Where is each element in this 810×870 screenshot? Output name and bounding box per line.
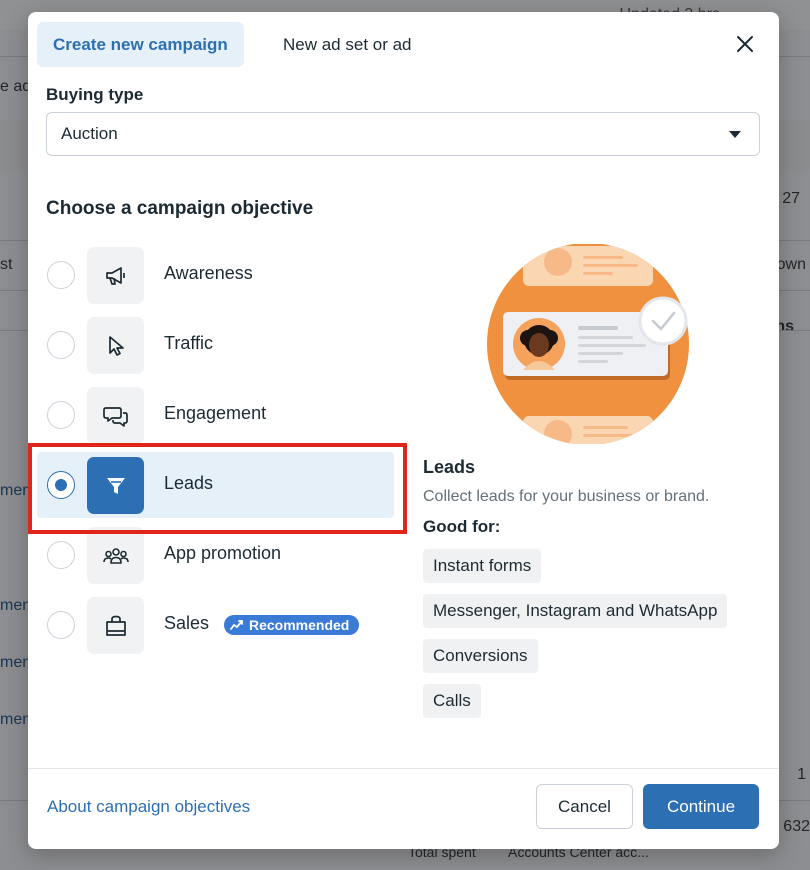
objective-radio[interactable]	[47, 541, 75, 569]
objective-label: Leads	[164, 473, 214, 493]
objective-label: App promotion	[164, 543, 282, 563]
shopping-bag-icon	[105, 615, 126, 636]
continue-button[interactable]: Continue	[643, 784, 759, 829]
objective-radio[interactable]	[47, 401, 75, 429]
objective-label: Engagement	[164, 403, 267, 423]
objective-icon-tile	[87, 317, 144, 374]
objective-sales[interactable]: Sales Recommended	[37, 592, 394, 658]
objective-icon-tile	[87, 387, 144, 444]
footer-divider	[28, 768, 779, 769]
chat-bubbles-icon	[102, 406, 128, 427]
objective-radio-selected[interactable]	[47, 471, 75, 499]
about-campaign-objectives-link[interactable]: About campaign objectives	[47, 797, 250, 817]
buying-type-select[interactable]: Auction	[46, 112, 760, 156]
objective-radio[interactable]	[47, 331, 75, 359]
good-for-chip: Instant forms	[423, 549, 542, 583]
objective-app-promotion[interactable]: App promotion	[37, 522, 394, 588]
close-icon	[737, 36, 753, 52]
objective-traffic[interactable]: Traffic	[37, 312, 394, 378]
trend-icon	[230, 620, 243, 630]
create-campaign-dialog: Create new campaign New ad set or ad Buy…	[28, 12, 779, 849]
buying-type-value: Auction	[61, 124, 118, 143]
objective-icon-tile	[87, 597, 144, 654]
objective-radio[interactable]	[47, 611, 75, 639]
close-button[interactable]	[735, 34, 755, 54]
people-icon	[102, 547, 129, 564]
leads-illustration	[483, 243, 703, 445]
buying-type-label: Buying type	[46, 85, 144, 104]
objective-icon-tile	[87, 527, 144, 584]
good-for-chip: Calls	[423, 684, 481, 718]
good-for-label: Good for:	[423, 517, 501, 536]
caret-down-icon	[729, 131, 741, 138]
objective-engagement[interactable]: Engagement	[37, 382, 394, 448]
objective-label: Traffic	[164, 333, 214, 353]
tab-create-new-campaign[interactable]: Create new campaign	[37, 22, 244, 67]
funnel-icon	[106, 477, 125, 494]
tab-new-ad-set-or-ad[interactable]: New ad set or ad	[267, 22, 428, 67]
recommended-badge-label: Recommended	[249, 617, 350, 633]
objective-icon-tile	[87, 247, 144, 304]
cursor-icon	[108, 335, 124, 356]
objective-section-title: Choose a campaign objective	[46, 198, 314, 219]
objective-icon-tile	[87, 457, 144, 514]
objective-label: Sales	[164, 613, 210, 633]
recommended-badge: Recommended	[224, 615, 360, 635]
objective-radio[interactable]	[47, 261, 75, 289]
objective-leads[interactable]: Leads	[37, 452, 394, 518]
objective-label: Awareness	[164, 263, 253, 283]
objective-awareness[interactable]: Awareness	[37, 242, 394, 308]
megaphone-icon	[105, 266, 125, 285]
objective-detail-description: Collect leads for your business or brand…	[423, 488, 710, 505]
good-for-chip: Conversions	[423, 639, 538, 673]
good-for-chip: Messenger, Instagram and WhatsApp	[423, 594, 728, 628]
cancel-button[interactable]: Cancel	[536, 784, 633, 829]
objective-detail-title: Leads	[423, 457, 476, 477]
